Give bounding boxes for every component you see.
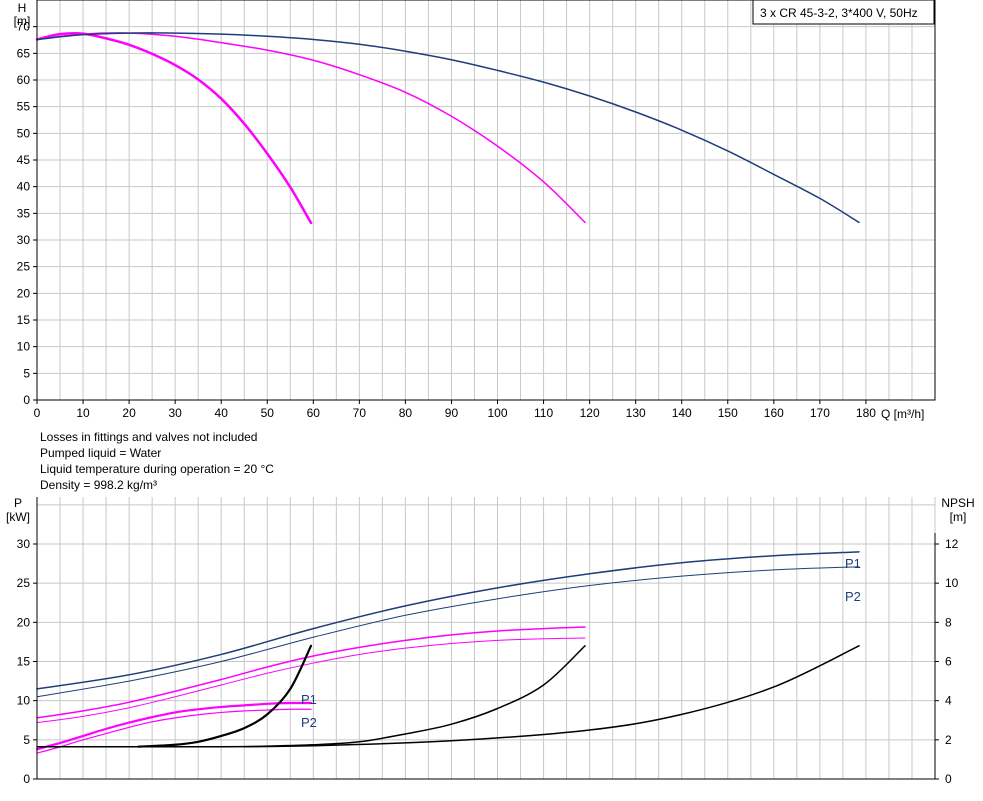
y-tick-label: 30 xyxy=(17,233,31,247)
head-curve-1 xyxy=(36,32,586,224)
note-losses: Losses in fittings and valves not includ… xyxy=(40,430,257,444)
series-label-p1-low: P1 xyxy=(301,692,317,707)
x-tick-label: 130 xyxy=(626,406,646,420)
y-tick-label: 35 xyxy=(17,206,31,220)
series-label-p2-low: P2 xyxy=(301,715,317,730)
npsh-curve-7 xyxy=(243,645,586,748)
npsh-curve-8 xyxy=(36,645,860,748)
x-tick-label: 180 xyxy=(856,406,876,420)
y-tick-label: 55 xyxy=(17,100,31,114)
x-tick-label: 0 xyxy=(34,406,41,420)
y-tick-label: 15 xyxy=(17,313,31,327)
power-tick-label: 15 xyxy=(17,655,31,669)
x-tick-label: 80 xyxy=(399,406,413,420)
npsh-axis-label: NPSH xyxy=(941,496,974,510)
x-tick-label: 10 xyxy=(76,406,90,420)
power-tick-label: 0 xyxy=(23,772,30,786)
power-axis-label: P xyxy=(14,496,22,510)
head-chart-curves xyxy=(35,31,860,225)
x-tick-label: 120 xyxy=(580,406,600,420)
x-tick-label: 90 xyxy=(445,406,459,420)
head-curve-2 xyxy=(36,32,860,224)
npsh-tick-label: 6 xyxy=(945,655,952,669)
y-tick-label: 40 xyxy=(17,180,31,194)
x-tick-label: 110 xyxy=(534,406,553,420)
note-density: Density = 998.2 kg/m³ xyxy=(40,478,157,492)
power-curve-3 xyxy=(36,637,586,724)
head-axis-unit: [m] xyxy=(14,14,31,28)
npsh-tick-label: 12 xyxy=(945,537,959,551)
power-chart-grid xyxy=(36,497,936,780)
power-chart-curves xyxy=(35,551,860,754)
power-curve-1 xyxy=(36,566,860,698)
head-chart-grid xyxy=(36,0,936,401)
power-axis-unit: [kW] xyxy=(6,510,30,524)
npsh-tick-label: 10 xyxy=(945,576,959,590)
npsh-tick-label: 0 xyxy=(945,772,952,786)
npsh-tick-label: 2 xyxy=(945,733,952,747)
y-tick-label: 45 xyxy=(17,153,31,167)
note-liquid: Pumped liquid = Water xyxy=(40,446,161,460)
chart-title: 3 x CR 45-3-2, 3*400 V, 50Hz xyxy=(760,6,918,20)
y-tick-label: 5 xyxy=(23,366,30,380)
x-tick-label: 150 xyxy=(718,406,738,420)
y-tick-label: 25 xyxy=(17,260,31,274)
x-tick-label: 160 xyxy=(764,406,784,420)
y-tick-label: 60 xyxy=(17,73,31,87)
y-tick-label: 0 xyxy=(23,393,30,407)
x-tick-label: 50 xyxy=(261,406,275,420)
power-tick-label: 30 xyxy=(17,537,31,551)
npsh-axis-unit: [m] xyxy=(950,510,967,524)
y-tick-label: 50 xyxy=(17,126,31,140)
x-tick-label: 70 xyxy=(353,406,367,420)
series-label-p2-top: P2 xyxy=(845,589,861,604)
x-tick-label: 170 xyxy=(810,406,830,420)
x-tick-label: 20 xyxy=(122,406,136,420)
x-tick-label: 100 xyxy=(487,406,507,420)
flow-axis-label: Q [m³/h] xyxy=(881,407,924,421)
power-tick-label: 5 xyxy=(23,733,30,747)
head-chart-frame xyxy=(36,0,936,401)
power-tick-label: 10 xyxy=(17,694,31,708)
npsh-tick-label: 8 xyxy=(945,615,952,629)
power-tick-label: 25 xyxy=(17,576,31,590)
x-tick-label: 60 xyxy=(307,406,321,420)
npsh-tick-label: 4 xyxy=(945,694,952,708)
x-tick-label: 30 xyxy=(168,406,182,420)
series-label-p1-top: P1 xyxy=(845,556,861,571)
head-curve-0 xyxy=(35,31,313,225)
head-axis-label: H xyxy=(18,1,27,15)
x-tick-label: 40 xyxy=(215,406,229,420)
note-temperature: Liquid temperature during operation = 20… xyxy=(40,462,274,476)
pump-curve-chart: 0 10 20 30 40 50 60 70 80 90 100 110 120 130 140 150 160… xyxy=(6,0,975,786)
y-tick-label: 65 xyxy=(17,46,31,60)
x-tick-label: 140 xyxy=(672,406,692,420)
power-tick-label: 20 xyxy=(17,615,31,629)
y-tick-label: 10 xyxy=(17,340,31,354)
y-tick-label: 20 xyxy=(17,286,31,300)
